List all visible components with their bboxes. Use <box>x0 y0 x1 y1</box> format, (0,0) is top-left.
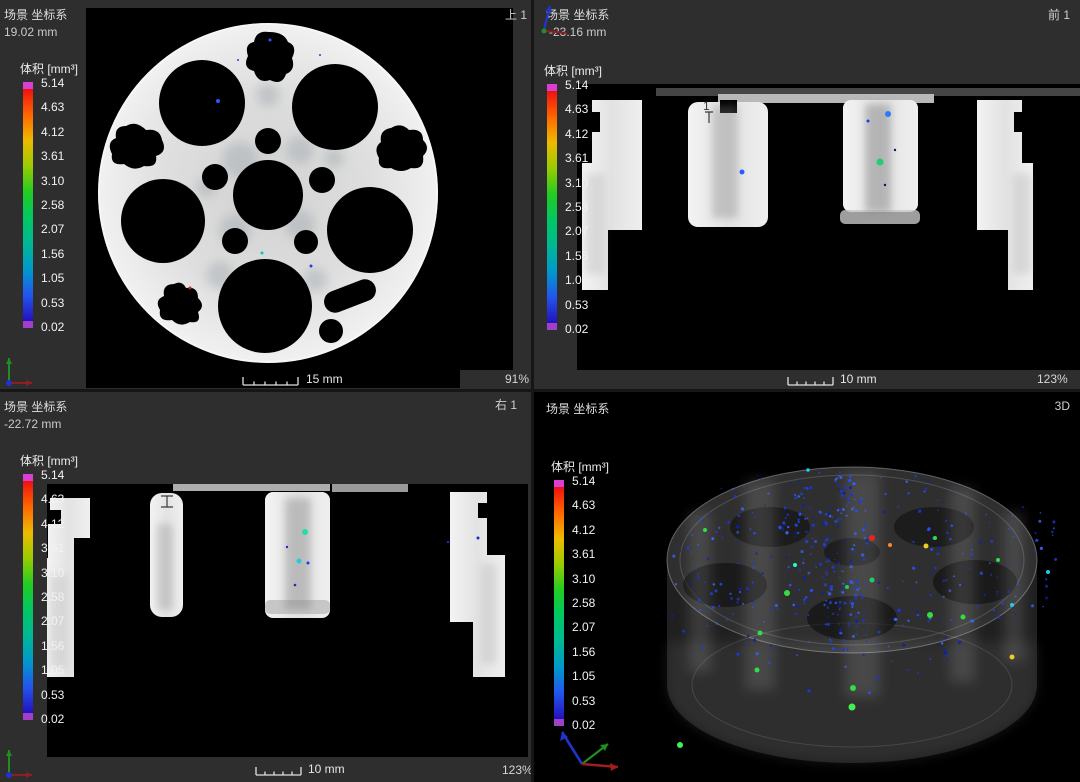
slice-position-value: -22.72 mm <box>4 417 61 431</box>
viewport-name-3d: 3D <box>1055 399 1070 413</box>
coord-system-label: 场景 坐标系 <box>4 6 67 23</box>
defect-annotation-label: 1 <box>703 99 710 113</box>
legend-colorbar <box>23 82 33 328</box>
scale-value: 15 mm <box>306 372 343 386</box>
viewport-3d-view[interactable]: 场景 坐标系 3D 体积 [mm³] <box>534 392 1080 782</box>
scale-ruler-icon <box>242 375 300 387</box>
legend-colorbar <box>554 480 564 726</box>
scale-value: 10 mm <box>308 762 345 776</box>
legend-colorbar <box>547 84 557 330</box>
orientation-triad-icon <box>544 718 624 778</box>
coord-system-label: 场景 坐标系 <box>546 400 609 417</box>
legend-title: 体积 [mm³] <box>544 62 606 79</box>
legend-title: 体积 [mm³] <box>551 458 613 475</box>
legend-colorbar <box>23 474 33 720</box>
scale-value: 10 mm <box>840 372 877 386</box>
top-plate <box>332 484 408 492</box>
legend-values: 5.144.634.123.613.102.582.071.561.050.53… <box>41 76 64 334</box>
legend-values: 5.144.634.123.613.102.582.071.561.050.53… <box>572 474 595 732</box>
scale-ruler-icon <box>255 765 303 777</box>
legend-title: 体积 [mm³] <box>20 452 82 469</box>
legend-title: 体积 [mm³] <box>20 60 82 77</box>
right-view-slice-image[interactable] <box>47 484 528 757</box>
volume-legend: 体积 [mm³] 5.144.634.123.613.102.582.071.5… <box>544 62 606 79</box>
viewport-right-view[interactable]: 场景 坐标系 -22.72 mm 右 1 体积 [mm³] 5.144.634.… <box>0 392 531 782</box>
axis-indicator-icon <box>534 0 570 36</box>
top-view-slice-image[interactable] <box>86 8 513 388</box>
axis-indicator-icon <box>2 744 38 780</box>
volume-legend: 体积 [mm³] 5.144.634.123.613.102.582.071.5… <box>20 60 82 77</box>
volume-legend: 体积 [mm³] 5.144.634.123.613.102.582.071.5… <box>551 458 613 475</box>
density-mottling <box>585 104 1031 274</box>
viewport-name-right: 右 1 <box>495 396 517 413</box>
legend-values: 5.144.634.123.613.102.582.071.561.050.53… <box>41 468 64 726</box>
top-plate <box>173 484 330 491</box>
coord-system-label: 场景 坐标系 <box>4 398 67 415</box>
viewport-name-front: 前 1 <box>1048 6 1070 23</box>
viewport-front-view[interactable]: 场景 坐标系 -23.16 mm 前 1 1 体积 [mm³] 5.14 <box>534 0 1080 389</box>
zoom-percentage: 123% <box>1037 372 1068 386</box>
zoom-percentage: 123% <box>502 763 531 777</box>
ct-inspection-app: { "legend": { "title": "体积 [mm³]", "valu… <box>0 0 1080 782</box>
legend-values: 5.144.634.123.613.102.582.071.561.050.53… <box>565 78 588 336</box>
viewport-divider-horizontal <box>0 389 1080 392</box>
viewport-top-view[interactable]: 场景 坐标系 19.02 mm 上 1 <box>0 0 531 389</box>
volume-legend: 体积 [mm³] 5.144.634.123.613.102.582.071.5… <box>20 452 82 469</box>
slice-position-value: 19.02 mm <box>4 25 57 39</box>
front-view-slice-image[interactable]: 1 <box>577 84 1080 370</box>
scale-ruler-icon <box>787 375 835 387</box>
viewport-name-top: 上 1 <box>505 6 527 23</box>
zoom-percentage: 91% <box>505 372 529 386</box>
axis-indicator-icon <box>2 352 38 388</box>
